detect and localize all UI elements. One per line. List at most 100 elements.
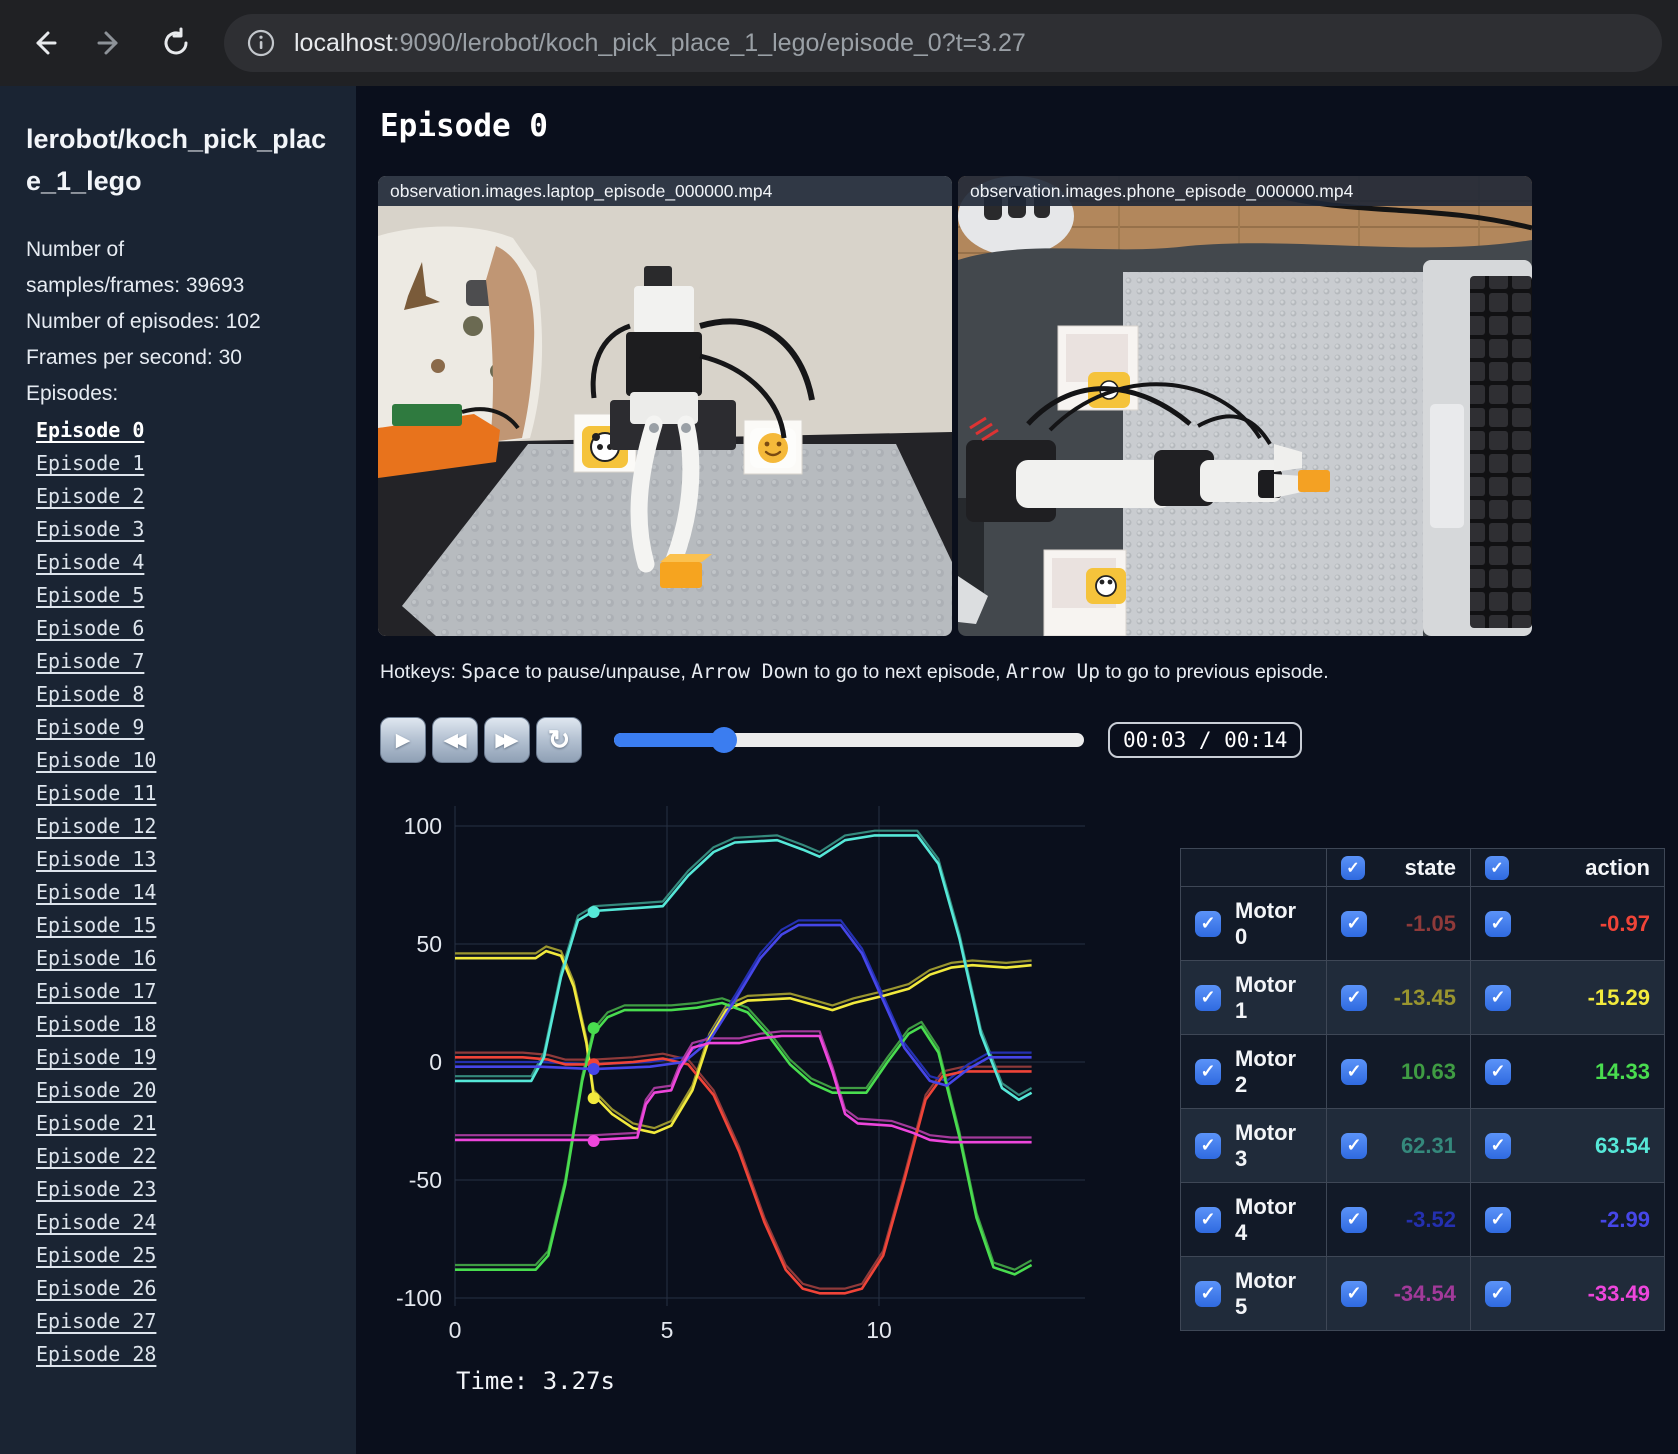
action-value: -2.99 xyxy=(1599,1206,1650,1232)
episode-link[interactable]: Episode 19 xyxy=(36,1041,330,1074)
info-line: Number of xyxy=(26,238,125,261)
svg-text:-50: -50 xyxy=(409,1167,442,1193)
video-frame-phone-cam xyxy=(958,176,1532,636)
motor-checkbox[interactable]: ✓ xyxy=(1195,910,1221,937)
action-value: 14.33 xyxy=(1594,1058,1650,1084)
video-row: observation.images.laptop_episode_000000… xyxy=(378,176,1532,636)
table-header-row: ✓ state ✓ action xyxy=(1180,848,1665,887)
episode-link[interactable]: Episode 8 xyxy=(36,678,330,711)
state-value: -13.45 xyxy=(1393,984,1456,1010)
action-checkbox[interactable]: ✓ xyxy=(1485,1132,1511,1159)
episode-link[interactable]: Episode 27 xyxy=(36,1305,330,1338)
forward-icon[interactable] xyxy=(88,21,132,65)
episode-link[interactable]: Episode 23 xyxy=(36,1173,330,1206)
motor-checkbox[interactable]: ✓ xyxy=(1195,1058,1221,1085)
sidebar: lerobot/koch_pick_place_1_lego Number of… xyxy=(0,86,356,1454)
action-checkbox[interactable]: ✓ xyxy=(1485,1206,1511,1233)
state-value: 62.31 xyxy=(1400,1132,1456,1158)
state-header-cell: ✓ state xyxy=(1326,848,1471,887)
motor-checkbox[interactable]: ✓ xyxy=(1195,984,1221,1011)
motor-row: ✓ Motor 1 ✓ -13.45 ✓ -15.29 xyxy=(1180,960,1665,1035)
key-space: Space xyxy=(461,660,520,683)
episode-link[interactable]: Episode 1 xyxy=(36,447,330,480)
action-value: -15.29 xyxy=(1587,984,1650,1010)
state-checkbox[interactable]: ✓ xyxy=(1341,1132,1367,1159)
episode-link[interactable]: Episode 10 xyxy=(36,744,330,777)
seek-slider-fill xyxy=(614,733,725,747)
episode-link[interactable]: Episode 15 xyxy=(36,909,330,942)
motor-label: Motor 3 xyxy=(1235,1119,1297,1171)
main-content: Episode 0 observation.images.laptop_epis… xyxy=(356,86,1678,1454)
svg-text:0: 0 xyxy=(429,1049,442,1075)
episode-link[interactable]: Episode 28 xyxy=(36,1338,330,1371)
seek-slider-thumb[interactable] xyxy=(711,727,738,753)
episode-link[interactable]: Episode 21 xyxy=(36,1107,330,1140)
motor-chart-canvas: 100 50 0 -50 -100 0 5 10 xyxy=(396,806,1085,1343)
fast-forward-icon: ▶▶ xyxy=(495,729,518,751)
time-display: 00:03 / 00:14 xyxy=(1108,722,1303,758)
fast-forward-button[interactable]: ▶▶ xyxy=(484,717,530,763)
episode-link[interactable]: Episode 5 xyxy=(36,579,330,612)
seek-slider[interactable] xyxy=(614,727,1084,753)
motor-row: ✓ Motor 3 ✓ 62.31 ✓ 63.54 xyxy=(1180,1108,1665,1183)
episode-link[interactable]: Episode 18 xyxy=(36,1008,330,1041)
state-column-checkbox[interactable]: ✓ xyxy=(1341,855,1365,880)
episode-link[interactable]: Episode 25 xyxy=(36,1239,330,1272)
chart-time-label: Time: 3.27s xyxy=(456,1367,615,1395)
episode-link[interactable]: Episode 6 xyxy=(36,612,330,645)
episode-link[interactable]: Episode 4 xyxy=(36,546,330,579)
state-column-label: state xyxy=(1404,854,1456,880)
svg-text:50: 50 xyxy=(416,931,442,957)
url-bar[interactable]: localhost:9090/lerobot/koch_pick_place_1… xyxy=(224,14,1662,72)
motor-row: ✓ Motor 0 ✓ -1.05 ✓ -0.97 xyxy=(1180,886,1665,961)
episode-link[interactable]: Episode 0 xyxy=(36,414,330,447)
state-checkbox[interactable]: ✓ xyxy=(1341,910,1367,937)
info-icon[interactable] xyxy=(242,24,280,62)
back-icon[interactable] xyxy=(22,21,66,65)
motor-label: Motor 0 xyxy=(1235,897,1297,949)
motor-checkbox[interactable]: ✓ xyxy=(1195,1280,1221,1307)
episode-link[interactable]: Episode 20 xyxy=(36,1074,330,1107)
action-checkbox[interactable]: ✓ xyxy=(1485,1280,1511,1307)
rewind-button[interactable]: ◀◀ xyxy=(432,717,478,763)
reload-icon[interactable] xyxy=(154,21,198,65)
motor-checkbox[interactable]: ✓ xyxy=(1195,1132,1221,1159)
loop-button[interactable]: ↻ xyxy=(536,717,582,763)
episode-link[interactable]: Episode 22 xyxy=(36,1140,330,1173)
motor-row: ✓ Motor 4 ✓ -3.52 ✓ -2.99 xyxy=(1180,1182,1665,1257)
state-checkbox[interactable]: ✓ xyxy=(1341,1280,1367,1307)
action-column-checkbox[interactable]: ✓ xyxy=(1485,855,1509,880)
action-checkbox[interactable]: ✓ xyxy=(1485,1058,1511,1085)
video-laptop[interactable]: observation.images.laptop_episode_000000… xyxy=(378,176,952,636)
episode-link[interactable]: Episode 12 xyxy=(36,810,330,843)
svg-text:100: 100 xyxy=(404,813,442,839)
episode-link[interactable]: Episode 26 xyxy=(36,1272,330,1305)
action-checkbox[interactable]: ✓ xyxy=(1485,910,1511,937)
episode-link[interactable]: Episode 3 xyxy=(36,513,330,546)
page-title: Episode 0 xyxy=(380,108,548,144)
state-checkbox[interactable]: ✓ xyxy=(1341,1058,1367,1085)
episode-link[interactable]: Episode 11 xyxy=(36,777,330,810)
dataset-info: Number of samples/frames: 39693 Number o… xyxy=(26,232,330,376)
state-action-table: ✓ state ✓ action ✓ Motor 0 ✓ -1.05 ✓ -0.97 ✓ Moto… xyxy=(1180,848,1665,1331)
svg-text:0: 0 xyxy=(449,1317,462,1343)
episode-link[interactable]: Episode 14 xyxy=(36,876,330,909)
state-checkbox[interactable]: ✓ xyxy=(1341,1206,1367,1233)
episode-link[interactable]: Episode 2 xyxy=(36,480,330,513)
episodes-label: Episodes: xyxy=(26,382,119,405)
play-button[interactable]: ▶ xyxy=(380,717,426,763)
state-checkbox[interactable]: ✓ xyxy=(1341,984,1367,1011)
episode-link[interactable]: Episode 24 xyxy=(36,1206,330,1239)
motor-checkbox[interactable]: ✓ xyxy=(1195,1206,1221,1233)
episode-link[interactable]: Episode 16 xyxy=(36,942,330,975)
motor-chart: 100 50 0 -50 -100 0 5 10 Time: 3.27s xyxy=(370,786,1100,1395)
episode-link[interactable]: Episode 17 xyxy=(36,975,330,1008)
episode-link[interactable]: Episode 7 xyxy=(36,645,330,678)
episode-link[interactable]: Episode 9 xyxy=(36,711,330,744)
action-checkbox[interactable]: ✓ xyxy=(1485,984,1511,1011)
info-line: samples/frames: 39693 xyxy=(26,274,245,297)
svg-text:5: 5 xyxy=(661,1317,674,1343)
episode-link[interactable]: Episode 13 xyxy=(36,843,330,876)
video-phone[interactable]: observation.images.phone_episode_000000.… xyxy=(958,176,1532,636)
hotkeys-help: Hotkeys: Space to pause/unpause, Arrow D… xyxy=(380,660,1329,683)
